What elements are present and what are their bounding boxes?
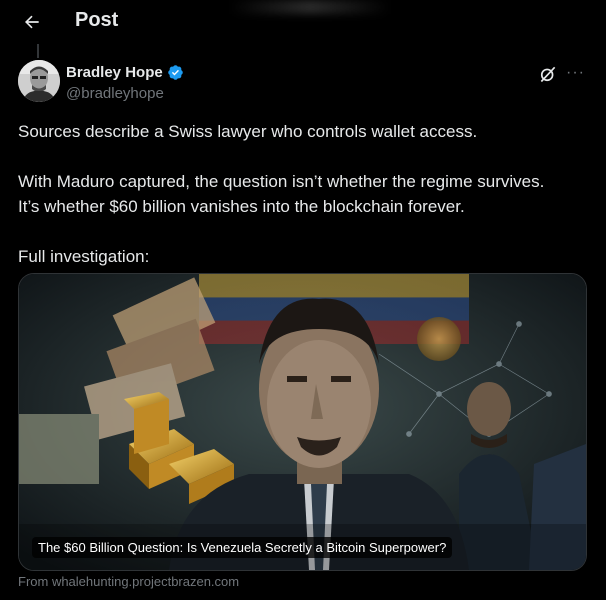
avatar-image <box>18 60 60 102</box>
author-handle[interactable]: @bradleyhope <box>66 85 164 102</box>
avatar[interactable] <box>18 60 60 102</box>
link-card-source[interactable]: From whalehunting.projectbrazen.com <box>18 574 239 589</box>
author-display-name[interactable]: Bradley Hope <box>66 64 163 81</box>
link-card-image <box>19 274 586 570</box>
grok-icon <box>540 66 556 83</box>
page-title: Post <box>75 9 119 31</box>
more-options-button[interactable]: ··· <box>566 63 586 83</box>
author-name-row[interactable]: Bradley Hope <box>66 64 184 81</box>
link-card-title[interactable]: The $60 Billion Question: Is Venezuela S… <box>32 537 453 558</box>
arrow-left-icon <box>25 15 39 29</box>
verified-badge-icon <box>167 65 183 80</box>
link-card[interactable] <box>18 273 587 571</box>
post-header: Post <box>0 0 606 44</box>
back-button[interactable] <box>18 8 46 36</box>
grok-button[interactable] <box>538 64 558 84</box>
thread-connector <box>37 44 39 58</box>
blurred-overlay <box>230 0 390 14</box>
post-text: Sources describe a Swiss lawyer who cont… <box>18 122 545 266</box>
